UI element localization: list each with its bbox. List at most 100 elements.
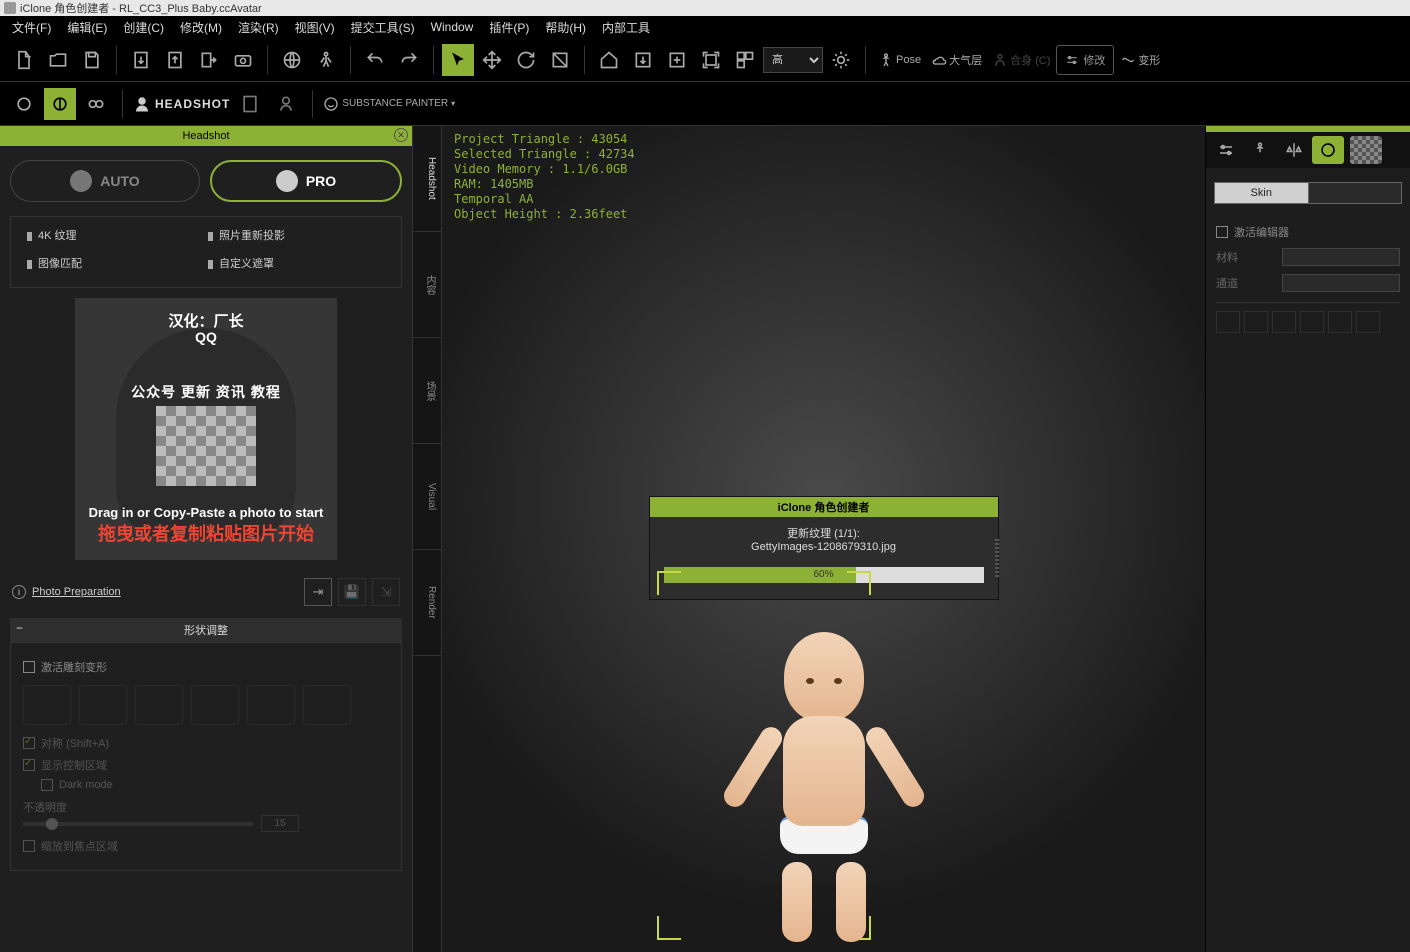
plugin-icon-3[interactable] [80, 88, 112, 120]
modify-button[interactable]: 修改 [1056, 45, 1114, 75]
titlebar: iClone 角色创建者 - RL_CC3_Plus Baby.ccAvatar [0, 0, 1410, 16]
mode-pro-button[interactable]: PRO [210, 160, 402, 202]
progress-line1: 更新纹理 (1/1): [664, 525, 984, 541]
new-file-icon[interactable] [8, 44, 40, 76]
opt-mask[interactable]: 自定义遮罩 [206, 249, 387, 277]
sculpt-ear-icon [303, 685, 351, 725]
mode-auto-button[interactable]: AUTO [10, 160, 200, 202]
headshot-sub-icon-1[interactable] [234, 88, 266, 120]
fit-button[interactable]: 合身 (C) [988, 44, 1054, 76]
camera-icon[interactable] [227, 44, 259, 76]
globe-icon[interactable] [276, 44, 308, 76]
bracket-icon [657, 916, 681, 940]
panel-grip[interactable] [995, 539, 999, 579]
show-control-checkbox: 显示控制区域 [23, 757, 389, 773]
viewport-3d[interactable]: Project Triangle : 43054 Selected Triang… [442, 126, 1205, 952]
import-photo-icon[interactable]: ⇥ [304, 578, 332, 606]
rtab-pose-icon[interactable] [1244, 136, 1276, 164]
tab-scene[interactable]: 场景 [413, 338, 441, 444]
tab-content[interactable]: 内容 [413, 232, 441, 338]
light-icon[interactable] [825, 44, 857, 76]
quality-select[interactable]: 高 [763, 47, 823, 73]
headshot-options: 4K 纹理 照片重新投影 图像匹配 自定义遮罩 [10, 216, 402, 288]
opt-match[interactable]: 图像匹配 [25, 249, 206, 277]
open-file-icon[interactable] [42, 44, 74, 76]
rtab-skin-icon[interactable] [1312, 136, 1344, 164]
menu-create[interactable]: 创建(C) [115, 17, 172, 38]
pose-button[interactable]: Pose [874, 44, 925, 76]
substance-painter-label[interactable]: SUBSTANCE PAINTER ▾ [323, 96, 455, 112]
bracket-icon [657, 571, 681, 595]
activate-editor-checkbox[interactable]: 激活编辑器 [1216, 224, 1400, 240]
rtab-sliders-icon[interactable] [1210, 136, 1242, 164]
skin-tab[interactable]: Skin [1214, 182, 1309, 204]
frame-down-icon[interactable] [627, 44, 659, 76]
material-label: 材料 [1216, 249, 1276, 265]
frame-fit-icon[interactable] [661, 44, 693, 76]
rp-eye-icon [1244, 311, 1268, 333]
menu-edit[interactable]: 编辑(E) [59, 17, 115, 38]
tab-render[interactable]: Render [413, 550, 441, 656]
symmetry-checkbox: 对称 (Shift+A) [23, 735, 389, 751]
atmosphere-button[interactable]: 大气层 [927, 44, 986, 76]
menu-file[interactable]: 文件(F) [4, 17, 59, 38]
tab-visual[interactable]: Visual [413, 444, 441, 550]
undo-icon[interactable] [359, 44, 391, 76]
menu-help[interactable]: 帮助(H) [537, 17, 594, 38]
progress-title: iClone 角色创建者 [650, 497, 998, 517]
opacity-slider [23, 822, 253, 826]
import-doc-icon[interactable] [125, 44, 157, 76]
progress-bar: 60% [664, 567, 984, 583]
dark-mode-checkbox: Dark mode [41, 779, 389, 791]
menu-render[interactable]: 渲染(R) [230, 17, 287, 38]
pointer-icon[interactable] [442, 44, 474, 76]
export-doc-icon[interactable] [159, 44, 191, 76]
export-icon[interactable] [193, 44, 225, 76]
bracket-icon [847, 571, 871, 595]
viewport-stats: Project Triangle : 43054 Selected Triang… [454, 132, 635, 222]
opt-4k[interactable]: 4K 纹理 [25, 221, 206, 249]
headshot-panel: Headshot ✕ AUTO PRO 4K 纹理 照片重新投影 图像匹配 自定… [0, 126, 412, 952]
activate-sculpt-checkbox[interactable]: 激活雕刻变形 [23, 659, 389, 675]
photo-preparation-link[interactable]: Photo Preparation [32, 586, 121, 598]
menubar: 文件(F) 编辑(E) 创建(C) 修改(M) 渲染(R) 视图(V) 提交工具… [0, 16, 1410, 38]
skin-tab-2[interactable] [1309, 182, 1403, 204]
scale-icon[interactable] [544, 44, 576, 76]
opt-reproject[interactable]: 照片重新投影 [206, 221, 387, 249]
menu-view[interactable]: 视图(V) [287, 17, 343, 38]
opacity-value: 15 [261, 815, 299, 832]
material-input[interactable] [1282, 248, 1400, 266]
menu-plugins[interactable]: 插件(P) [481, 17, 537, 38]
close-icon[interactable]: ✕ [394, 128, 408, 142]
redo-icon[interactable] [393, 44, 425, 76]
info-icon[interactable]: i [12, 585, 26, 599]
frame-all-icon[interactable] [695, 44, 727, 76]
headshot-sub-icon-2[interactable] [270, 88, 302, 120]
deform-button[interactable]: 变形 [1116, 44, 1164, 76]
plugin-icon-1[interactable] [8, 88, 40, 120]
menu-window[interactable]: Window [423, 18, 482, 36]
headshot-plugin-label[interactable]: HEADSHOT [133, 95, 230, 113]
plugin-icon-2[interactable] [44, 88, 76, 120]
menu-submit[interactable]: 提交工具(S) [343, 17, 423, 38]
tab-headshot[interactable]: Headshot [413, 126, 441, 232]
export-photo-icon: ⇲ [372, 578, 400, 606]
rtab-checker-icon[interactable] [1350, 136, 1382, 164]
window-title: iClone 角色创建者 - RL_CC3_Plus Baby.ccAvatar [20, 0, 262, 16]
progress-line2: GettyImages-1208679310.jpg [664, 541, 984, 553]
move-icon[interactable] [476, 44, 508, 76]
home-icon[interactable] [593, 44, 625, 76]
menu-modify[interactable]: 修改(M) [172, 17, 230, 38]
photo-drop-zone[interactable]: 汉化：厂长 QQ 公众号 更新 资讯 教程 Drag in or Copy-Pa… [75, 298, 337, 560]
menu-internal[interactable]: 内部工具 [594, 17, 658, 38]
channel-label: 通道 [1216, 275, 1276, 291]
channel-input[interactable] [1282, 274, 1400, 292]
run-icon[interactable] [310, 44, 342, 76]
rtab-balance-icon[interactable] [1278, 136, 1310, 164]
character-baby[interactable] [724, 632, 924, 942]
display-mode-icon[interactable] [729, 44, 761, 76]
rotate-icon[interactable] [510, 44, 542, 76]
save-file-icon[interactable] [76, 44, 108, 76]
progress-dialog: iClone 角色创建者 更新纹理 (1/1): GettyImages-120… [649, 496, 999, 600]
shape-adjust-header[interactable]: −形状调整 [10, 618, 402, 642]
